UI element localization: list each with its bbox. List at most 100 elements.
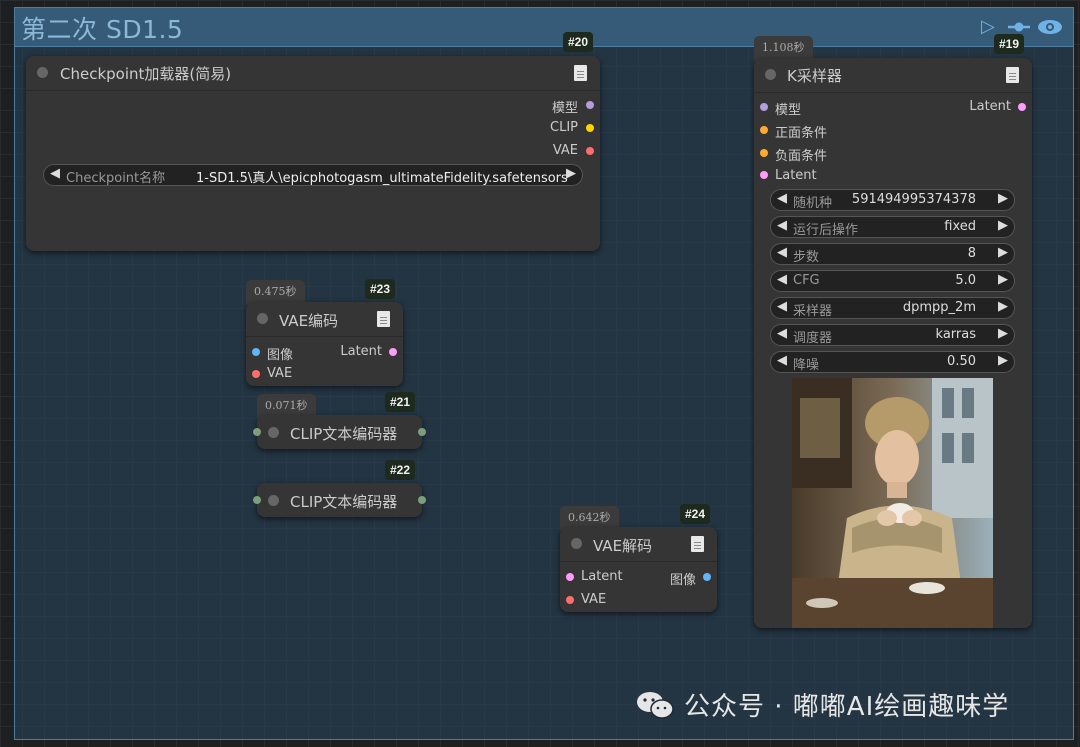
checkpoint-name-combo[interactable]: ◀ Checkpoint名称 1-SD1.5\真人\epicphotogasm_…: [43, 164, 583, 186]
wechat-icon: [636, 690, 676, 720]
input-slot-latent[interactable]: [760, 171, 768, 179]
widget-label: 调度器: [793, 331, 833, 346]
widget-value: 591494995374378: [851, 192, 976, 207]
input-slot-vae[interactable]: [252, 370, 260, 378]
seed-widget[interactable]: ◀ 随机种 591494995374378 ▶: [770, 189, 1015, 211]
increment-arrow[interactable]: ▶: [998, 245, 1008, 260]
output-slot-clip[interactable]: [586, 124, 594, 132]
vae-decode-node[interactable]: VAE解码 Latent VAE 图像: [560, 527, 717, 612]
input-slot-negative[interactable]: [760, 149, 768, 157]
widget-value: karras: [935, 327, 976, 342]
widget-label: 随机种: [793, 196, 833, 211]
widget-value: 0.50: [947, 354, 976, 369]
group-header[interactable]: 第二次 SD1.5 ▷: [15, 8, 1073, 47]
widget-label: 步数: [793, 250, 820, 265]
watermark-text: 公众号 · 嘟嘟AI绘画趣味学: [684, 692, 1010, 722]
preview-image-graphic: [792, 378, 993, 628]
output-slot-label: VAE: [552, 143, 578, 158]
output-slot-label: 图像: [669, 573, 696, 588]
input-slot-clip[interactable]: [253, 496, 261, 504]
output-slot-vae[interactable]: [586, 147, 594, 155]
play-icon[interactable]: ▷: [981, 18, 995, 36]
node-title-bar[interactable]: VAE解码: [560, 527, 717, 562]
control-after-generate-widget[interactable]: ◀ 运行后操作 fixed ▶: [770, 216, 1015, 238]
node-id-badge: #23: [365, 279, 396, 299]
input-slot-label: Latent: [581, 569, 623, 584]
input-slot-latent[interactable]: [566, 573, 574, 581]
collapse-toggle[interactable]: [268, 495, 279, 506]
increment-arrow[interactable]: ▶: [998, 326, 1008, 341]
scheduler-widget[interactable]: ◀ 调度器 karras ▶: [770, 324, 1015, 346]
input-slot-vae[interactable]: [566, 596, 574, 604]
output-slot-latent[interactable]: [389, 348, 397, 356]
steps-widget[interactable]: ◀ 步数 8 ▶: [770, 243, 1015, 265]
collapse-toggle[interactable]: [571, 538, 582, 549]
node-title: VAE编码: [279, 312, 339, 330]
increment-arrow[interactable]: ▶: [998, 299, 1008, 314]
input-slot-label: 模型: [775, 103, 802, 118]
output-slot-label: Latent: [340, 344, 382, 359]
input-slot-label: 图像: [267, 348, 294, 363]
group-title: 第二次 SD1.5: [21, 15, 184, 44]
node-title: VAE解码: [593, 537, 653, 555]
decrement-arrow[interactable]: ◀: [777, 191, 787, 206]
output-slot-latent[interactable]: [1018, 103, 1026, 111]
output-slot-label: Latent: [969, 99, 1011, 114]
widget-label: 降噪: [793, 358, 820, 373]
cfg-widget[interactable]: ◀ CFG 5.0 ▶: [770, 270, 1015, 292]
widget-label: 运行后操作: [793, 223, 859, 238]
widget-label: Checkpoint名称: [66, 171, 166, 186]
input-slot-label: VAE: [267, 366, 293, 381]
output-slot-label: 模型: [551, 101, 578, 116]
node-title-bar[interactable]: Checkpoint加载器(简易): [26, 56, 600, 91]
document-icon[interactable]: [1006, 67, 1019, 83]
decrement-arrow[interactable]: ◀: [777, 218, 787, 233]
output-slot-conditioning[interactable]: [418, 496, 426, 504]
preview-image[interactable]: [792, 378, 993, 628]
widget-value: fixed: [944, 219, 976, 234]
decrement-arrow[interactable]: ◀: [777, 245, 787, 260]
decrement-arrow[interactable]: ◀: [777, 353, 787, 368]
increment-arrow[interactable]: ▶: [998, 353, 1008, 368]
collapse-toggle[interactable]: [268, 427, 279, 438]
node-title-bar[interactable]: VAE编码: [246, 302, 403, 337]
input-slot-label: 负面条件: [775, 149, 828, 164]
document-icon[interactable]: [691, 536, 704, 552]
checkpoint-loader-node[interactable]: Checkpoint加载器(简易) 模型 CLIP VAE ◀ Checkpoi…: [26, 56, 600, 251]
widget-label: CFG: [793, 273, 820, 288]
widget-value: 5.0: [955, 273, 976, 288]
collapse-toggle[interactable]: [765, 69, 776, 80]
node-title-bar[interactable]: K采样器: [754, 58, 1032, 93]
document-icon[interactable]: [377, 311, 390, 327]
input-slot-model[interactable]: [760, 103, 768, 111]
ksampler-node[interactable]: K采样器 模型 正面条件 负面条件 Latent Latent ◀ 随机种 59…: [754, 58, 1032, 628]
document-icon[interactable]: [574, 65, 587, 81]
vae-encode-node[interactable]: VAE编码 图像 VAE Latent: [246, 302, 403, 386]
clip-text-encode-node-22[interactable]: CLIP文本编码器: [253, 483, 426, 517]
collapse-toggle[interactable]: [257, 313, 268, 324]
increment-arrow[interactable]: ▶: [998, 218, 1008, 233]
widget-label: 采样器: [793, 304, 833, 319]
input-slot-clip[interactable]: [253, 428, 261, 436]
output-slot-image[interactable]: [703, 573, 711, 581]
node-id-badge: #20: [563, 32, 594, 52]
increment-arrow[interactable]: ▶: [566, 166, 576, 181]
output-slot-label: CLIP: [550, 120, 578, 135]
output-slot-conditioning[interactable]: [418, 428, 426, 436]
decrement-arrow[interactable]: ◀: [777, 326, 787, 341]
decrement-arrow[interactable]: ◀: [50, 166, 60, 181]
node-id-badge: #22: [385, 460, 416, 480]
denoise-widget[interactable]: ◀ 降噪 0.50 ▶: [770, 351, 1015, 373]
eye-icon[interactable]: [1037, 18, 1063, 40]
increment-arrow[interactable]: ▶: [998, 191, 1008, 206]
collapse-toggle[interactable]: [37, 67, 48, 78]
sampler-widget[interactable]: ◀ 采样器 dpmpp_2m ▶: [770, 297, 1015, 319]
output-slot-model[interactable]: [586, 101, 594, 109]
input-slot-image[interactable]: [252, 348, 260, 356]
decrement-arrow[interactable]: ◀: [777, 272, 787, 287]
input-slot-positive[interactable]: [760, 126, 768, 134]
decrement-arrow[interactable]: ◀: [777, 299, 787, 314]
increment-arrow[interactable]: ▶: [998, 272, 1008, 287]
input-slot-label: Latent: [775, 168, 817, 183]
clip-text-encode-node-21[interactable]: CLIP文本编码器: [253, 415, 426, 449]
